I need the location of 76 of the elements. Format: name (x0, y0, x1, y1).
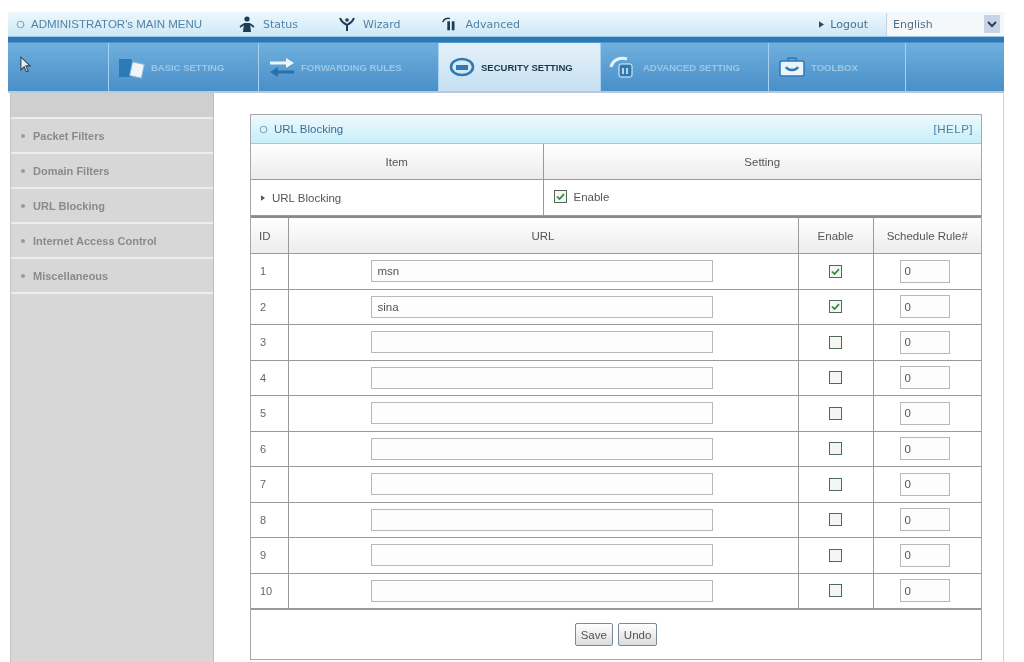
schedule-field[interactable]: 0 (899, 330, 950, 354)
id-cell: 8 (251, 502, 288, 538)
schedule-field[interactable]: 0 (899, 437, 950, 461)
person-icon (238, 16, 256, 32)
nav-tab[interactable]: SECURITY SETTING (438, 43, 600, 91)
menu-title: ADMINISTRATOR's MAIN MENU (31, 18, 203, 30)
url-field[interactable] (370, 437, 713, 460)
ring-icon (259, 124, 268, 134)
url-field[interactable]: msn (370, 260, 713, 283)
checkbox[interactable] (829, 371, 842, 385)
id-cell: 3 (251, 324, 288, 360)
url-field[interactable] (370, 544, 713, 567)
form-button[interactable]: Undo (617, 623, 658, 646)
checkbox[interactable] (829, 584, 842, 598)
menu-link[interactable]: Wizard (338, 16, 401, 32)
id-cell: 5 (251, 395, 288, 431)
checkbox[interactable] (829, 335, 842, 349)
bullet-icon (21, 273, 25, 278)
id-cell: 7 (251, 466, 288, 502)
url-field[interactable] (370, 402, 713, 425)
schedule-field[interactable]: 0 (899, 579, 950, 603)
schedule-field[interactable]: 0 (899, 472, 950, 496)
schedule-field[interactable]: 0 (899, 366, 950, 390)
bullet-icon (21, 203, 25, 208)
pointer-icon (20, 55, 31, 73)
id-cell: 9 (251, 537, 288, 573)
url-field[interactable] (370, 508, 713, 531)
logout-link[interactable]: Logout (819, 17, 868, 31)
checkbox[interactable] (829, 548, 842, 562)
figure-icon (338, 16, 357, 32)
url-field[interactable] (370, 331, 713, 354)
menu-link[interactable]: Status (238, 16, 299, 32)
setting-label: URL Blocking (272, 192, 342, 204)
bullet-icon (21, 133, 25, 138)
schedule-field[interactable]: 0 (899, 295, 950, 319)
checkbox[interactable] (829, 406, 842, 420)
checkbox[interactable] (829, 264, 842, 278)
panel-title: URL Blocking (274, 123, 344, 135)
id-cell: 4 (251, 360, 288, 396)
column-header: Setting (543, 144, 981, 180)
language-select[interactable]: English (886, 12, 1004, 36)
checkbox[interactable] (829, 300, 842, 314)
arrows-icon (267, 55, 297, 79)
id-cell: 1 (251, 253, 288, 289)
id-cell: 6 (251, 431, 288, 467)
disc-icon (447, 55, 477, 79)
toolbox-icon (777, 55, 807, 79)
triangle-icon (261, 195, 265, 201)
checkbox[interactable] (829, 513, 842, 527)
triangle-icon (819, 20, 825, 28)
url-field[interactable] (370, 579, 713, 602)
url-field[interactable] (370, 473, 713, 496)
help-link[interactable]: [HELP] (933, 123, 973, 135)
checkbox[interactable] (829, 477, 842, 491)
form-button[interactable]: Save (574, 623, 613, 646)
column-header: URL (288, 217, 798, 254)
column-header: Schedule Rule# (873, 217, 981, 254)
caret-icon (984, 15, 1000, 33)
bullet-icon (21, 168, 25, 173)
url-field[interactable] (370, 366, 713, 389)
schedule-field[interactable]: 0 (899, 259, 950, 283)
column-header: Enable (798, 217, 873, 254)
schedule-field[interactable]: 0 (899, 543, 950, 567)
ring-icon (16, 19, 25, 29)
id-cell: 10 (251, 573, 288, 609)
schedule-field[interactable]: 0 (899, 401, 950, 425)
bullet-icon (21, 238, 25, 243)
column-header: Item (251, 144, 543, 180)
id-cell: 2 (251, 289, 288, 325)
url-field[interactable]: sina (370, 295, 713, 318)
column-header: ID (251, 217, 288, 254)
checkbox[interactable] (553, 190, 567, 203)
menu-link[interactable]: Advanced (440, 16, 520, 32)
checkbox[interactable] (829, 442, 842, 456)
checkbox-label: Enable (573, 190, 610, 203)
schedule-field[interactable]: 0 (899, 508, 950, 532)
